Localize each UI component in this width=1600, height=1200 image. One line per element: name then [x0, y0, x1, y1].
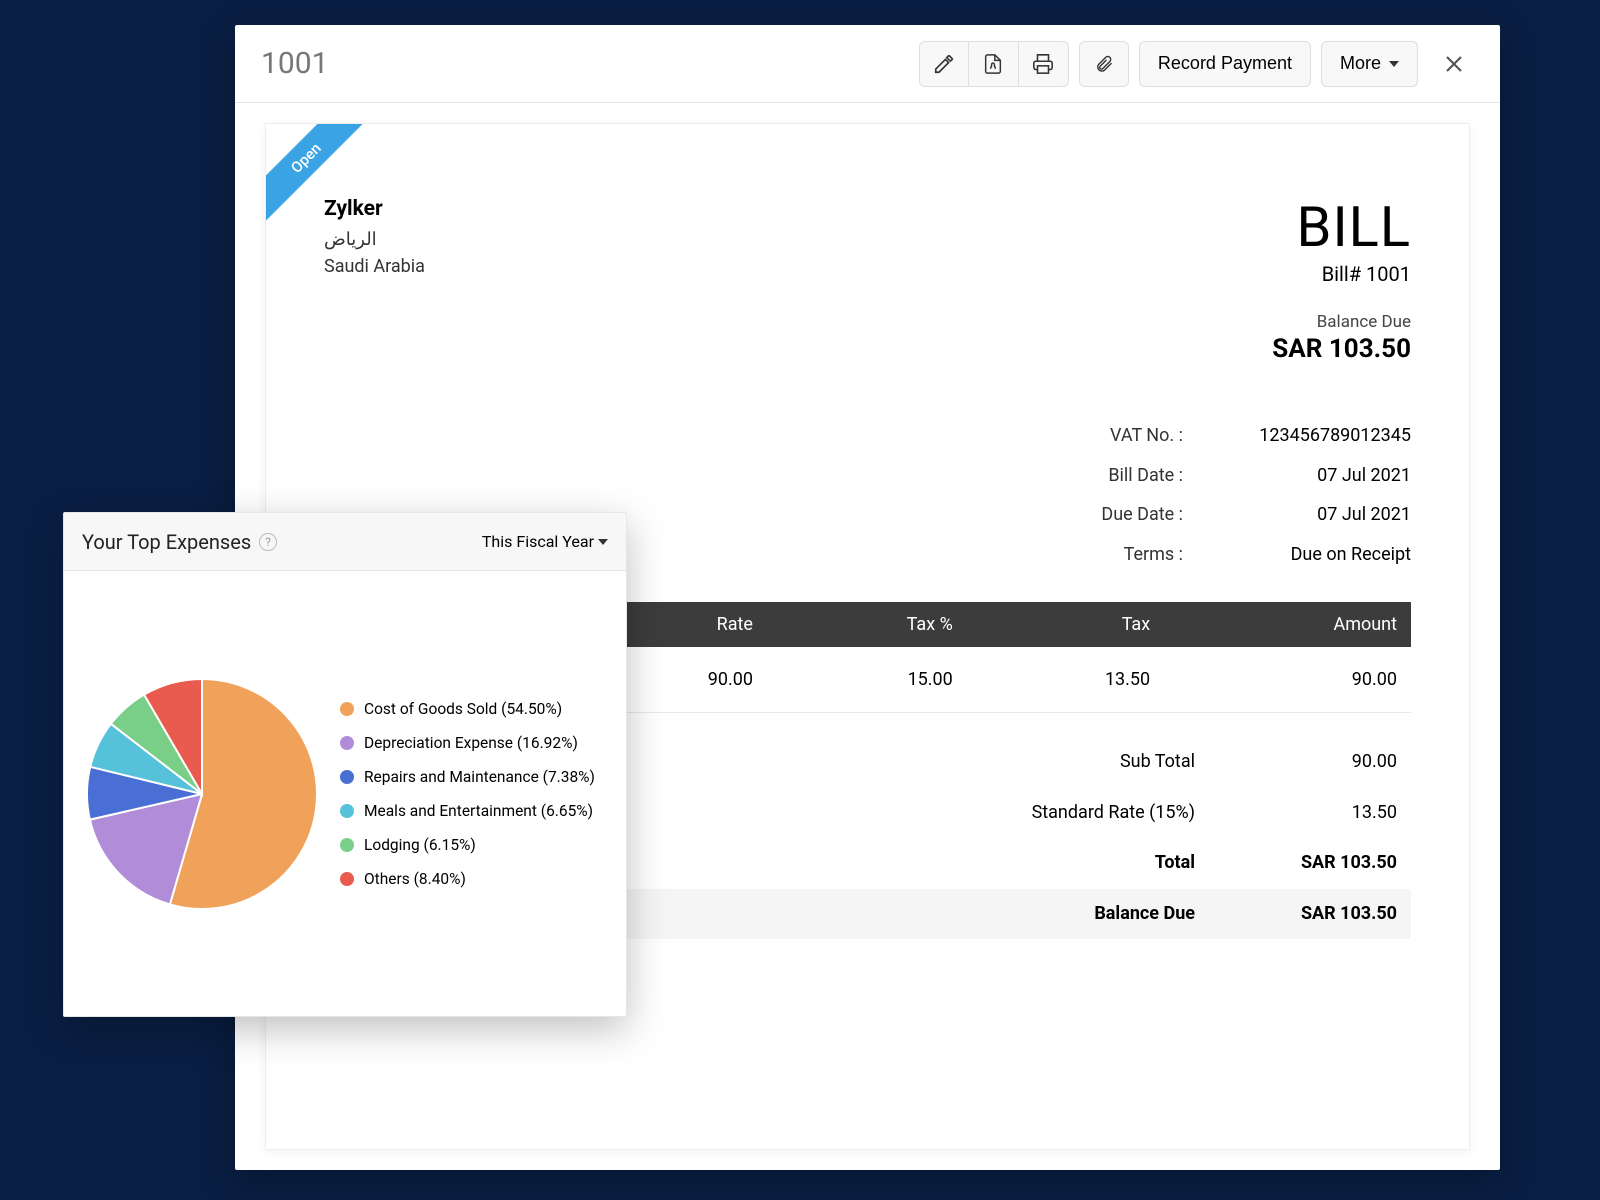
cell-tax: 13.50: [967, 647, 1164, 713]
bill-number: Bill# 1001: [1272, 262, 1411, 286]
legend-label: Lodging (6.15%): [364, 836, 476, 854]
balance-block: Balance Due SAR 103.50: [1272, 312, 1411, 364]
col-tax-pct: Tax %: [767, 602, 967, 647]
vat-no-label: VAT No. :: [1003, 416, 1183, 456]
legend-swatch: [340, 804, 354, 818]
legend-item: Repairs and Maintenance (7.38%): [340, 768, 595, 786]
total-value: SAR 103.50: [1231, 838, 1411, 888]
pdf-icon: [982, 53, 1004, 75]
vat-no: 123456789012345: [1211, 416, 1411, 456]
chart-legend: Cost of Goods Sold (54.50%) Depreciation …: [340, 684, 595, 904]
bill-heading: BILL: [1272, 194, 1411, 260]
legend-item: Depreciation Expense (16.92%): [340, 734, 595, 752]
company-country: Saudi Arabia: [324, 253, 425, 280]
terms: Due on Receipt: [1211, 535, 1411, 575]
card-title: Your Top Expenses: [82, 530, 251, 554]
more-label: More: [1340, 53, 1381, 74]
edit-button[interactable]: [919, 41, 969, 87]
balance-row-value: SAR 103.50: [1231, 889, 1411, 939]
legend-label: Meals and Entertainment (6.65%): [364, 802, 593, 820]
tax-line-value: 13.50: [1231, 788, 1411, 838]
pdf-button[interactable]: [969, 41, 1019, 87]
close-button[interactable]: [1434, 44, 1474, 84]
legend-swatch: [340, 736, 354, 750]
cell-tax-pct: 15.00: [767, 647, 967, 713]
balance-due-label: Balance Due: [1272, 312, 1411, 332]
subtotal-label: Sub Total: [911, 737, 1231, 787]
legend-label: Cost of Goods Sold (54.50%): [364, 700, 562, 718]
col-tax: Tax: [967, 602, 1164, 647]
balance-row-label: Balance Due: [911, 889, 1231, 939]
legend-item: Others (8.40%): [340, 870, 595, 888]
bill-date-label: Bill Date :: [1003, 456, 1183, 496]
due-date: 07 Jul 2021: [1211, 495, 1411, 535]
tax-line-label: Standard Rate (15%): [911, 788, 1231, 838]
period-filter[interactable]: This Fiscal Year: [482, 532, 608, 551]
document-header: Zylker الرياض Saudi Arabia BILL Bill# 10…: [324, 194, 1411, 364]
legend-swatch: [340, 872, 354, 886]
printer-icon: [1032, 53, 1054, 75]
company-block: Zylker الرياض Saudi Arabia: [324, 194, 425, 364]
cell-amount: 90.00: [1164, 647, 1411, 713]
col-amount: Amount: [1164, 602, 1411, 647]
pie-chart: [82, 674, 322, 914]
legend-item: Lodging (6.15%): [340, 836, 595, 854]
legend-item: Cost of Goods Sold (54.50%): [340, 700, 595, 718]
terms-label: Terms :: [1003, 535, 1183, 575]
legend-label: Depreciation Expense (16.92%): [364, 734, 578, 752]
balance-due-amount: SAR 103.50: [1272, 334, 1411, 364]
period-filter-label: This Fiscal Year: [482, 532, 594, 551]
card-header: Your Top Expenses ? This Fiscal Year: [64, 513, 626, 571]
top-expenses-card: Your Top Expenses ? This Fiscal Year Cos…: [63, 512, 627, 1017]
company-city-ar: الرياض: [324, 226, 425, 253]
legend-item: Meals and Entertainment (6.65%): [340, 802, 595, 820]
bill-date: 07 Jul 2021: [1211, 456, 1411, 496]
document-actions-group: [919, 41, 1069, 87]
help-icon[interactable]: ?: [259, 533, 277, 551]
paperclip-icon: [1094, 53, 1114, 75]
company-name: Zylker: [324, 194, 425, 226]
toolbar: 1001 Record Payme: [235, 25, 1500, 103]
legend-swatch: [340, 770, 354, 784]
subtotal-value: 90.00: [1231, 737, 1411, 787]
close-icon: [1442, 52, 1466, 76]
pencil-icon: [933, 53, 955, 75]
legend-label: Repairs and Maintenance (7.38%): [364, 768, 595, 786]
print-button[interactable]: [1019, 41, 1069, 87]
card-body: Cost of Goods Sold (54.50%) Depreciation …: [64, 571, 626, 1016]
total-label: Total: [911, 838, 1231, 888]
more-button[interactable]: More: [1321, 41, 1418, 87]
record-payment-label: Record Payment: [1158, 53, 1292, 74]
chevron-down-icon: [1389, 61, 1399, 67]
bill-title-block: BILL Bill# 1001 Balance Due SAR 103.50: [1272, 194, 1411, 364]
record-payment-button[interactable]: Record Payment: [1139, 41, 1311, 87]
due-date-label: Due Date :: [1003, 495, 1183, 535]
legend-swatch: [340, 702, 354, 716]
chevron-down-icon: [598, 539, 608, 545]
legend-label: Others (8.40%): [364, 870, 466, 888]
attachment-button[interactable]: [1079, 41, 1129, 87]
legend-swatch: [340, 838, 354, 852]
page-title: 1001: [261, 46, 909, 81]
